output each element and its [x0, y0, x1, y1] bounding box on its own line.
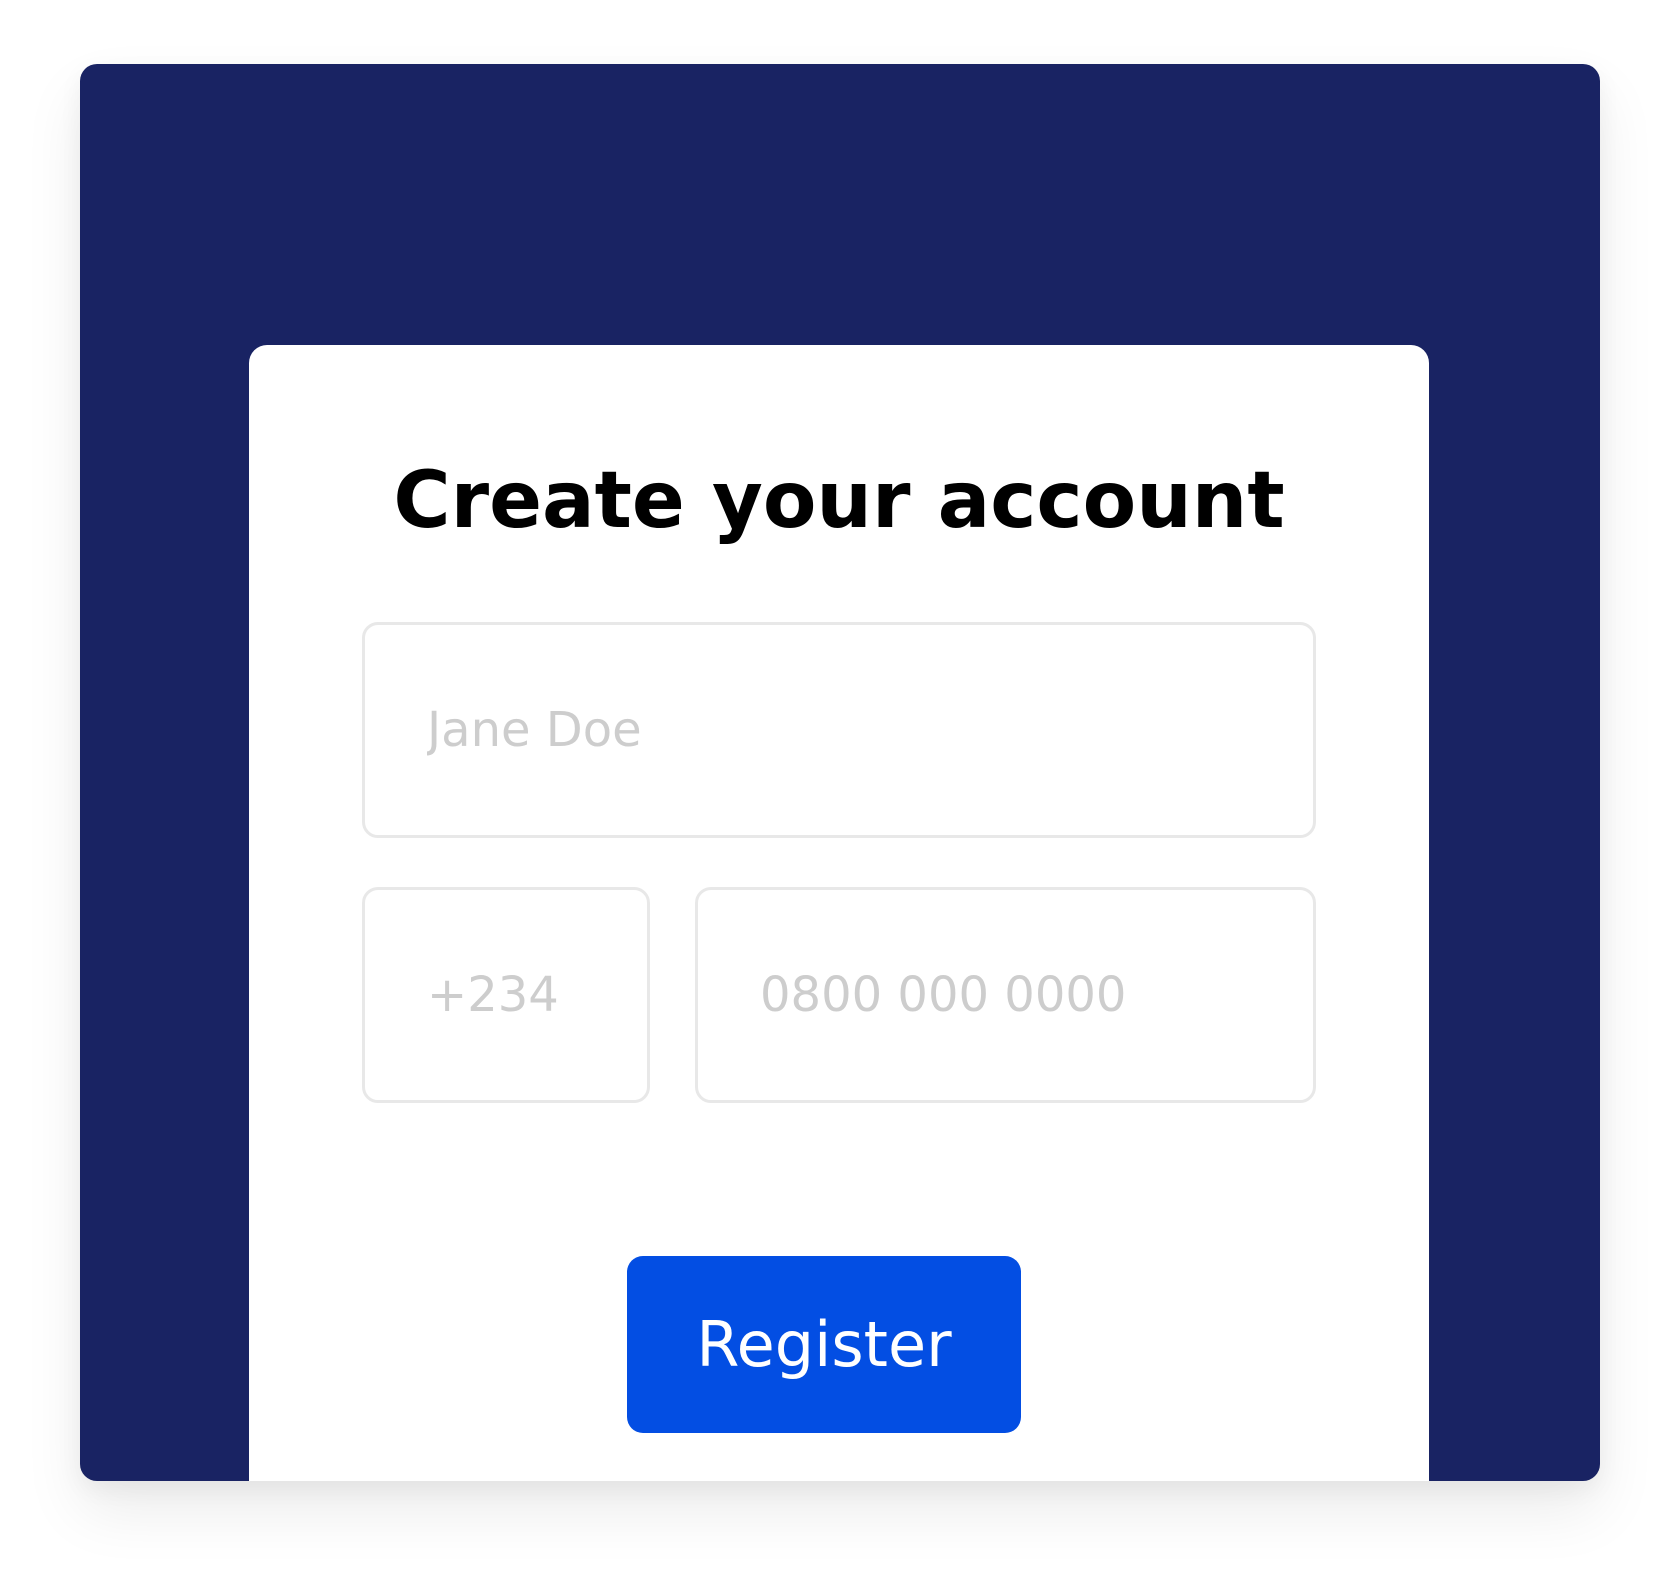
registration-card: Create your account Register [249, 345, 1429, 1481]
country-code-input[interactable] [362, 887, 650, 1103]
page-frame: Create your account Register [80, 64, 1600, 1481]
page-title: Create your account [393, 456, 1285, 546]
register-button[interactable]: Register [627, 1256, 1021, 1433]
phone-number-input[interactable] [695, 887, 1316, 1103]
full-name-input[interactable] [362, 622, 1316, 838]
